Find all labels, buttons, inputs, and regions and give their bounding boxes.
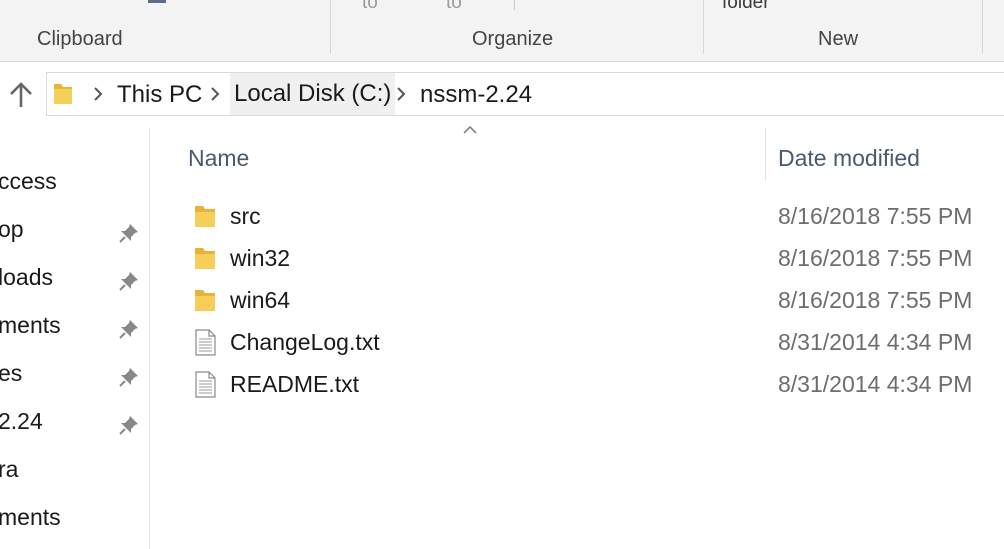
- navigation-pane: ccess op loads ments es 2.24 ra ments: [0, 124, 150, 549]
- nav-item-label: es: [0, 360, 23, 386]
- chevron-right-icon[interactable]: [395, 86, 407, 102]
- text-file-icon: [195, 329, 216, 356]
- ribbon-divider: [703, 0, 704, 54]
- copy-to-button[interactable]: to: [446, 0, 462, 14]
- nav-item-downloads[interactable]: loads: [0, 260, 150, 300]
- pin-icon[interactable]: [118, 414, 140, 436]
- sort-ascending-icon: [463, 125, 477, 134]
- pin-icon[interactable]: [118, 270, 140, 292]
- list-item[interactable]: win64 8/16/2018 7:55 PM: [180, 279, 1004, 321]
- folder-icon: [195, 206, 215, 227]
- nav-item-quick-access[interactable]: ccess: [0, 164, 150, 204]
- list-item[interactable]: src 8/16/2018 7:55 PM: [180, 195, 1004, 237]
- nav-item-label: 2.24: [0, 408, 43, 434]
- nav-item-nssm[interactable]: 2.24: [0, 404, 150, 444]
- nav-item-pictures[interactable]: es: [0, 356, 150, 396]
- column-resize-handle[interactable]: [765, 128, 766, 180]
- nav-item-desktop[interactable]: op: [0, 212, 150, 252]
- list-item[interactable]: ChangeLog.txt 8/31/2014 4:34 PM: [180, 321, 1004, 363]
- file-name: win32: [230, 245, 291, 271]
- nav-item-documents[interactable]: ments: [0, 308, 150, 348]
- column-header-name[interactable]: Name: [188, 138, 249, 178]
- chevron-right-icon[interactable]: [209, 86, 221, 102]
- nav-item-label: ments: [0, 312, 61, 338]
- breadcrumb-local-disk[interactable]: Local Disk (C:): [230, 73, 396, 115]
- nav-item-label: ra: [0, 456, 19, 482]
- pane-divider[interactable]: [149, 128, 150, 549]
- file-date-modified: 8/31/2014 4:34 PM: [778, 371, 973, 397]
- text-file-icon: [195, 371, 216, 398]
- arrow-up-icon: [10, 82, 32, 107]
- file-name: README.txt: [230, 371, 360, 397]
- pin-icon[interactable]: [118, 222, 140, 244]
- organize-group-label: Organize: [472, 28, 554, 50]
- nav-item-label: loads: [0, 264, 53, 290]
- nav-item-ra[interactable]: ra: [0, 452, 150, 492]
- paste-icon[interactable]: [148, 0, 166, 3]
- column-header-date-modified[interactable]: Date modified: [778, 138, 920, 178]
- nav-item-label: ments: [0, 504, 61, 530]
- ribbon: to to folder Clipboard Organize New: [0, 0, 1004, 62]
- breadcrumb-this-pc[interactable]: This PC: [117, 78, 202, 112]
- clipboard-group-label: Clipboard: [37, 28, 123, 50]
- ribbon-divider: [330, 0, 331, 54]
- folder-icon: [195, 290, 215, 311]
- up-button[interactable]: [4, 78, 38, 112]
- new-group-label: New: [818, 28, 859, 50]
- file-date-modified: 8/16/2018 7:55 PM: [778, 203, 973, 229]
- nav-item-label: ccess: [0, 168, 57, 194]
- pin-icon[interactable]: [118, 318, 140, 340]
- nav-item-label: op: [0, 216, 24, 242]
- list-item[interactable]: win32 8/16/2018 7:55 PM: [180, 237, 1004, 279]
- nav-item-documents-2[interactable]: ments: [0, 500, 150, 540]
- file-name: src: [230, 203, 261, 229]
- ribbon-divider: [982, 0, 983, 54]
- file-name: ChangeLog.txt: [230, 329, 380, 355]
- new-folder-button[interactable]: folder: [722, 0, 770, 14]
- ribbon-divider: [514, 0, 515, 10]
- list-item[interactable]: README.txt 8/31/2014 4:34 PM: [180, 363, 1004, 405]
- pin-icon[interactable]: [118, 366, 140, 388]
- file-date-modified: 8/16/2018 7:55 PM: [778, 287, 973, 313]
- chevron-right-icon[interactable]: [92, 86, 104, 102]
- file-date-modified: 8/31/2014 4:34 PM: [778, 329, 973, 355]
- file-date-modified: 8/16/2018 7:55 PM: [778, 245, 973, 271]
- move-to-button[interactable]: to: [362, 0, 378, 14]
- folder-icon: [54, 84, 72, 104]
- breadcrumb-current-folder[interactable]: nssm-2.24: [420, 78, 532, 112]
- file-name: win64: [230, 287, 291, 313]
- folder-icon: [195, 248, 215, 269]
